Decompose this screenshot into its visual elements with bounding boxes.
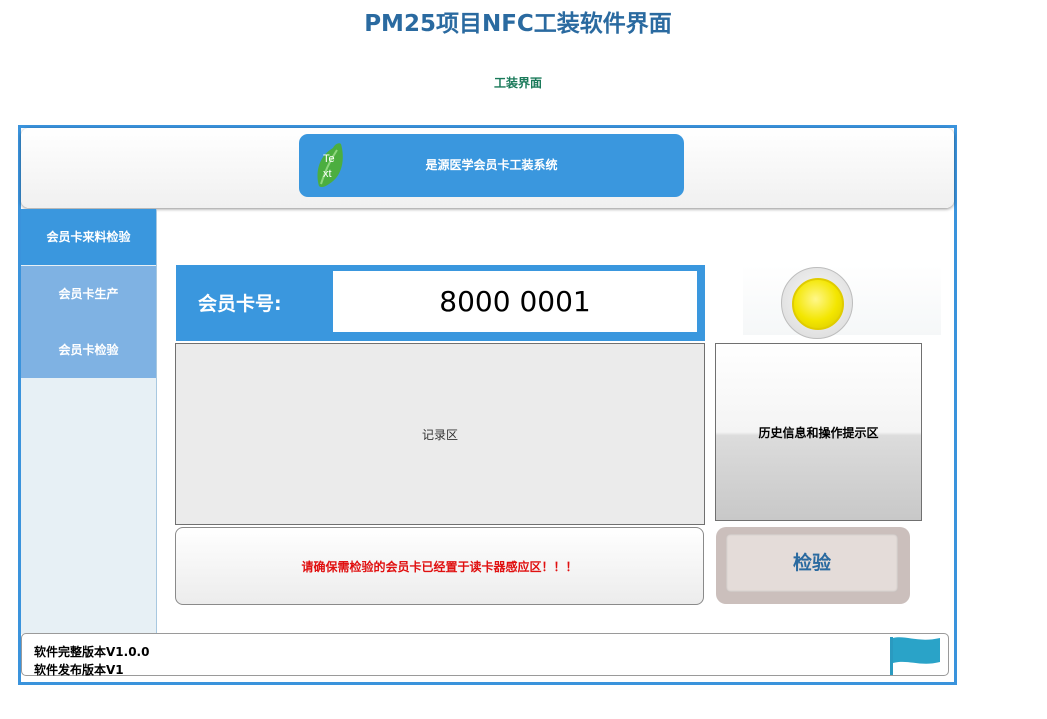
header-bar: Te xt 是源医学会员卡工装系统 <box>21 128 954 208</box>
card-number-label: 会员卡号: <box>198 293 282 315</box>
card-number-field[interactable] <box>333 271 697 332</box>
inspect-button[interactable]: 检验 <box>716 527 910 604</box>
notice-area: 请确保需检验的会员卡已经置于读卡器感应区！！！ <box>175 527 704 605</box>
record-area: 记录区 <box>175 343 705 525</box>
inspect-button-label: 检验 <box>726 534 898 592</box>
footer-bar: 软件完整版本V1.0.0 软件发布版本V1 <box>21 633 949 677</box>
status-area <box>743 265 941 339</box>
status-indicator-light <box>781 267 853 339</box>
history-area: 历史信息和操作提示区 <box>715 343 922 521</box>
flag-icon <box>890 637 940 675</box>
sidebar: 会员卡来料检验 会员卡生产 会员卡检验 <box>21 209 157 634</box>
page-title: PM25项目NFC工装软件界面 <box>364 11 672 37</box>
sidebar-item-incoming-inspection[interactable]: 会员卡来料检验 <box>21 209 156 265</box>
status-indicator-core <box>792 278 844 330</box>
header-title-panel: Te xt 是源医学会员卡工装系统 <box>299 134 684 197</box>
record-area-label: 记录区 <box>421 428 458 442</box>
version-release: 软件发布版本V1 <box>34 663 124 677</box>
system-name: 是源医学会员卡工装系统 <box>425 158 558 172</box>
notice-text: 请确保需检验的会员卡已经置于读卡器感应区！！！ <box>301 560 578 574</box>
version-full: 软件完整版本V1.0.0 <box>34 645 150 659</box>
sidebar-item-inspection[interactable]: 会员卡检验 <box>21 322 156 378</box>
card-number-panel: 会员卡号: <box>176 265 705 341</box>
main-window: Te xt 是源医学会员卡工装系统 会员卡来料检验 会员卡生产 会员卡检验 会员… <box>18 125 957 685</box>
sidebar-item-production[interactable]: 会员卡生产 <box>21 266 156 322</box>
history-area-label: 历史信息和操作提示区 <box>758 426 879 440</box>
page-subtitle: 工装界面 <box>493 76 542 90</box>
window-content: Te xt 是源医学会员卡工装系统 会员卡来料检验 会员卡生产 会员卡检验 会员… <box>21 128 954 682</box>
